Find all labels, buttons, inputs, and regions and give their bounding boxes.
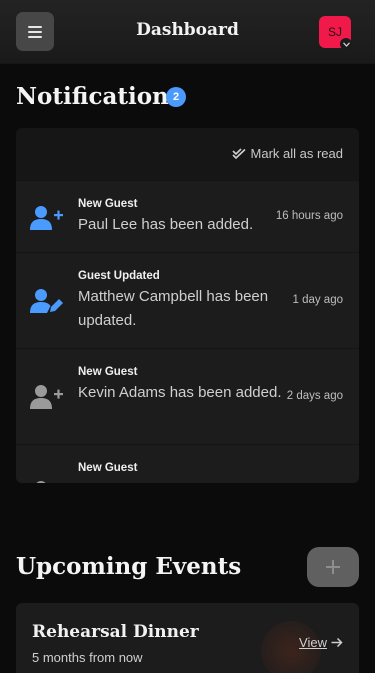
notification-time: 2 days ago [286, 390, 343, 402]
chevron-down-icon [342, 41, 350, 47]
notification-type: Guest Updated [78, 270, 160, 282]
notification-count-badge: 2 [166, 87, 186, 107]
avatar-menu-toggle[interactable] [340, 38, 352, 50]
notification-time: 1 day ago [292, 294, 343, 306]
notification-message: Kevin Adams has been added. [78, 384, 282, 401]
top-bar: Dashboard SJ [0, 0, 375, 64]
notification-type: New Guest [78, 198, 138, 210]
notification-item[interactable]: Guest Updated Matthew Campbell has been … [16, 252, 359, 348]
arrow-right-icon [331, 637, 343, 648]
notification-item[interactable]: New Guest Paul Lee has been added. 16 ho… [16, 180, 359, 252]
view-event-label: View [299, 635, 327, 650]
event-date: 5 months from now [32, 650, 143, 665]
notification-message: Paul Lee has been added. [78, 216, 254, 233]
notification-item[interactable]: New Guest Kevin Adams has been added. 2 … [16, 348, 359, 444]
notification-type: New Guest [78, 462, 138, 474]
event-card[interactable]: Rehearsal Dinner 5 months from now View [16, 603, 359, 673]
user-edit-icon [30, 289, 63, 313]
view-event-link[interactable]: View [299, 635, 343, 650]
user-plus-icon [30, 206, 63, 230]
notification-time: 16 hours ago [275, 210, 343, 222]
mark-all-read-label: Mark all as read [250, 146, 343, 161]
notification-message: Matthew Campbell has been updated. [78, 288, 269, 329]
add-event-button[interactable] [307, 547, 359, 587]
notification-item[interactable]: New Guest [16, 444, 359, 483]
upcoming-events-heading: Upcoming Events [16, 553, 242, 580]
notifications-panel: Mark all as read New Guest Paul Lee has … [16, 128, 359, 483]
double-check-icon [231, 147, 246, 159]
notifications-heading: Notifications [16, 83, 182, 110]
event-name: Rehearsal Dinner [32, 622, 199, 642]
user-plus-icon [36, 481, 46, 483]
plus-icon [326, 560, 340, 574]
notification-type: New Guest [78, 366, 138, 378]
mark-all-read-button[interactable]: Mark all as read [231, 146, 343, 161]
user-plus-icon [30, 385, 63, 409]
